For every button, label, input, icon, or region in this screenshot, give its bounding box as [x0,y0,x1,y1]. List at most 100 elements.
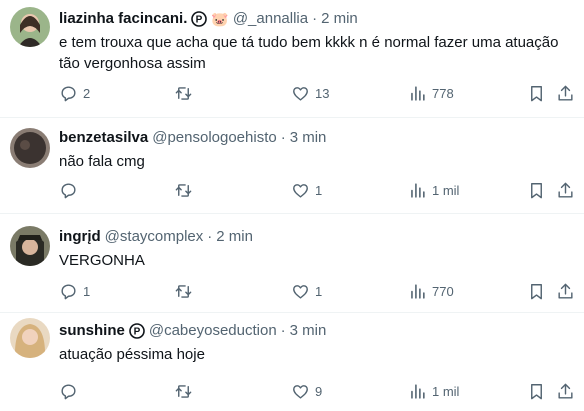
views-count: 1 mil [432,182,460,198]
timestamp[interactable]: 2 min [321,10,358,27]
reply-button[interactable]: 1 [59,279,90,303]
retweet-button[interactable] [174,379,198,403]
separator: · [280,129,286,146]
separator: · [280,322,286,339]
tweet-header: sunshine P @cabeyoseduction · 3 min [59,322,326,339]
tweet-text: não fala cmg [59,153,145,170]
retweet-icon [175,384,192,398]
views-count: 778 [432,85,454,101]
handle[interactable]: @pensologoehisto [152,129,276,146]
bookmark-icon [531,383,542,399]
retweet-button[interactable] [174,178,198,202]
views-count: 1 mil [432,383,460,399]
pig-emoji: 🐷 [211,10,229,27]
tweet[interactable]: sunshine P @cabeyoseduction · 3 min atua… [0,313,584,411]
views-icon [411,182,425,198]
reply-icon [61,85,76,101]
views-button[interactable]: 778 [408,81,454,105]
bookmark-button[interactable] [527,379,546,403]
views-button[interactable]: 770 [408,279,454,303]
avatar[interactable] [10,226,50,266]
tweet-header: benzetasilva @pensologoehisto · 3 min [59,129,326,146]
reply-icon [61,383,76,399]
tweet-text: VERGONHA [59,252,145,269]
retweet-icon [175,86,192,100]
tweet[interactable]: benzetasilva @pensologoehisto · 3 min nã… [0,118,584,214]
separator: · [312,10,318,27]
verified-p-badge-icon: P [191,10,208,27]
share-button[interactable] [556,81,575,105]
bookmark-icon [531,85,542,101]
verified-p-badge-icon: P [129,322,145,339]
views-icon [411,85,425,101]
like-icon [293,183,308,198]
reply-button[interactable] [59,178,83,202]
tweet-header: liazinha facincani. P 🐷 @_annallia · 2 m… [59,10,358,27]
share-icon [558,383,573,399]
display-name[interactable]: sunshine [59,322,125,339]
tweet-text: atuação péssima hoje [59,346,205,363]
reply-count: 2 [83,85,91,101]
avatar[interactable] [10,318,50,358]
handle[interactable]: @cabeyoseduction [149,322,277,339]
share-button[interactable] [556,279,575,303]
display-name[interactable]: benzetasilva [59,129,148,146]
like-count: 9 [315,383,323,399]
like-icon [293,284,308,299]
display-name[interactable]: ingrįd [59,228,101,245]
tweet[interactable]: ingrįd @staycomplex · 2 min VERGONHA 1 1… [0,214,584,313]
avatar[interactable] [10,128,50,168]
handle[interactable]: @staycomplex [105,228,204,245]
action-bar: 1 1 770 [0,279,584,303]
timestamp[interactable]: 3 min [290,129,327,146]
like-button[interactable]: 13 [291,81,329,105]
separator: · [207,228,213,245]
like-button[interactable]: 1 [291,279,322,303]
views-icon [411,283,425,299]
reply-count: 1 [83,283,91,299]
reply-icon [61,182,76,198]
like-button[interactable]: 9 [291,379,322,403]
retweet-icon [175,284,192,298]
avatar[interactable] [10,7,50,47]
tweet[interactable]: liazinha facincani. P 🐷 @_annallia · 2 m… [0,0,584,118]
share-button[interactable] [556,379,575,403]
reply-button[interactable]: 2 [59,81,90,105]
handle[interactable]: @_annallia [233,10,308,27]
tweet-feed: liazinha facincani. P 🐷 @_annallia · 2 m… [0,0,584,411]
bookmark-button[interactable] [527,178,546,202]
bookmark-icon [531,182,542,198]
tweet-header: ingrįd @staycomplex · 2 min [59,228,253,245]
share-icon [558,283,573,299]
views-count: 770 [432,283,454,299]
action-bar: 9 1 mil [0,379,584,403]
action-bar: 1 1 mil [0,178,584,202]
retweet-icon [175,183,192,197]
share-icon [558,85,573,101]
svg-text:P: P [196,14,203,25]
like-icon [293,86,308,101]
like-count: 1 [315,283,323,299]
svg-text:P: P [134,326,141,337]
retweet-button[interactable] [174,81,198,105]
reply-button[interactable] [59,379,83,403]
tweet-text: e tem trouxa que acha que tá tudo bem kk… [59,34,559,72]
bookmark-button[interactable] [527,81,546,105]
bookmark-button[interactable] [527,279,546,303]
share-icon [558,182,573,198]
like-button[interactable]: 1 [291,178,322,202]
reply-icon [61,283,76,299]
action-bar: 2 13 778 [0,81,584,105]
timestamp[interactable]: 2 min [216,228,253,245]
timestamp[interactable]: 3 min [290,322,327,339]
display-name[interactable]: liazinha facincani. [59,10,187,27]
like-count: 13 [315,85,330,101]
like-count: 1 [315,182,323,198]
bookmark-icon [531,283,542,299]
views-icon [411,383,425,399]
share-button[interactable] [556,178,575,202]
views-button[interactable]: 1 mil [408,379,459,403]
views-button[interactable]: 1 mil [408,178,459,202]
like-icon [293,384,308,399]
retweet-button[interactable] [174,279,198,303]
